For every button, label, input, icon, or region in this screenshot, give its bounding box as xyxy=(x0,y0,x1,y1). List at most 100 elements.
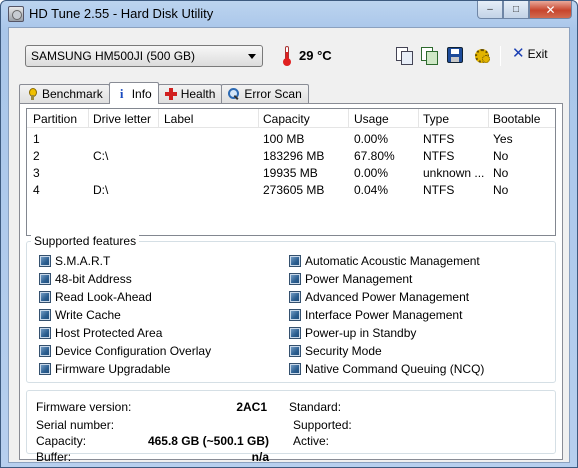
feature-supported-icon xyxy=(39,309,51,321)
partition-table[interactable]: Partition Drive letter Label Capacity Us… xyxy=(26,108,556,236)
chevron-down-icon xyxy=(248,54,256,59)
info-panel: Partition Drive letter Label Capacity Us… xyxy=(19,103,563,464)
feature-item: Automatic Acoustic Management xyxy=(289,254,480,268)
feature-item: Power-up in Standby xyxy=(289,326,416,340)
table-row[interactable]: 1 100 MB 0.00% NTFS Yes xyxy=(27,130,555,147)
feature-supported-icon xyxy=(289,273,301,285)
toolbar-separator xyxy=(500,46,501,66)
tab-benchmark[interactable]: Benchmark xyxy=(19,84,110,103)
feature-label: Power Management xyxy=(305,272,413,286)
feature-item: Power Management xyxy=(289,272,412,286)
feature-supported-icon xyxy=(289,255,301,267)
table-row[interactable]: 3 19935 MB 0.00% unknown ... No xyxy=(27,164,555,181)
table-cell: 0.00% xyxy=(354,166,389,180)
column-header[interactable]: Label xyxy=(164,112,193,126)
drive-select[interactable]: SAMSUNG HM500JI (500 GB) xyxy=(25,45,263,67)
tab-info[interactable]: i Info xyxy=(108,82,159,104)
table-cell: Yes xyxy=(493,132,513,146)
tab-label: Health xyxy=(180,87,216,101)
feature-label: Interface Power Management xyxy=(305,308,463,322)
error-scan-icon xyxy=(228,88,240,100)
table-cell: 1 xyxy=(33,132,40,146)
table-cell: 0.00% xyxy=(354,132,389,146)
active-label: Active: xyxy=(293,434,330,448)
thermometer-icon xyxy=(283,46,291,66)
column-header[interactable]: Capacity xyxy=(263,112,310,126)
feature-supported-icon xyxy=(39,327,51,339)
feature-label: S.M.A.R.T xyxy=(55,254,111,268)
exit-icon: ✕ xyxy=(512,45,525,62)
tab-strip: Benchmark i Info Health Error Scan xyxy=(19,82,309,104)
copy-screenshot-icon[interactable] xyxy=(420,46,438,65)
feature-item: Native Command Queuing (NCQ) xyxy=(289,362,484,376)
column-header[interactable]: Usage xyxy=(354,112,389,126)
health-icon xyxy=(164,88,177,100)
firmware-label: Firmware version: xyxy=(36,400,132,414)
supported-features-group: Supported features S.M.A.R.T 48-bit Addre… xyxy=(26,234,556,383)
tab-health[interactable]: Health xyxy=(157,84,223,103)
feature-label: Device Configuration Overlay xyxy=(55,344,212,358)
feature-item: Write Cache xyxy=(39,308,121,322)
feature-supported-icon xyxy=(39,363,51,375)
feature-item: S.M.A.R.T xyxy=(39,254,110,268)
buffer-label: Buffer: xyxy=(36,450,72,464)
feature-supported-icon xyxy=(289,363,301,375)
options-icon[interactable] xyxy=(473,46,491,64)
table-cell: 3 xyxy=(33,166,40,180)
table-row[interactable]: 2 C:\ 183296 MB 67.80% NTFS No xyxy=(27,147,555,164)
minimize-button[interactable]: – xyxy=(477,1,503,19)
table-cell: D:\ xyxy=(93,183,109,197)
standard-label: Standard: xyxy=(289,400,342,414)
tab-label: Info xyxy=(131,86,152,101)
tab-label: Error Scan xyxy=(244,87,302,101)
table-cell: 2 xyxy=(33,149,40,163)
info-icon: i xyxy=(119,85,124,101)
close-button[interactable]: ✕ xyxy=(529,1,572,19)
column-header[interactable]: Bootable xyxy=(493,112,540,126)
table-cell: 67.80% xyxy=(354,149,395,163)
feature-label: Write Cache xyxy=(55,308,121,322)
feature-supported-icon xyxy=(39,255,51,267)
feature-label: Firmware Upgradable xyxy=(55,362,171,376)
supported-features-title: Supported features xyxy=(31,234,140,248)
table-cell: 19935 MB xyxy=(263,166,318,180)
column-header[interactable]: Type xyxy=(423,112,449,126)
table-row[interactable]: 4 D:\ 273605 MB 0.04% NTFS No xyxy=(27,181,555,198)
feature-label: 48-bit Address xyxy=(55,272,132,286)
capacity-label: Capacity: xyxy=(36,434,87,448)
capacity-value: 465.8 GB (~500.1 GB) xyxy=(147,434,269,448)
tab-label: Benchmark xyxy=(42,87,103,101)
buffer-value: n/a xyxy=(251,450,269,464)
window-title: HD Tune 2.55 - Hard Disk Utility xyxy=(29,6,214,21)
table-cell: No xyxy=(493,149,509,163)
column-header[interactable]: Drive letter xyxy=(93,112,151,126)
serial-label: Serial number: xyxy=(36,418,115,432)
feature-supported-icon xyxy=(289,309,301,321)
firmware-value: 2AC1 xyxy=(236,400,267,414)
maximize-button[interactable]: □ xyxy=(503,1,529,19)
window-controls: – □ ✕ xyxy=(477,1,572,19)
exit-label: Exit xyxy=(527,47,548,61)
feature-item: 48-bit Address xyxy=(39,272,132,286)
tab-error-scan[interactable]: Error Scan xyxy=(221,84,309,103)
table-cell: 0.04% xyxy=(354,183,389,197)
benchmark-icon xyxy=(26,88,38,100)
column-header[interactable]: Partition xyxy=(33,112,77,126)
table-cell: 183296 MB xyxy=(263,149,325,163)
save-icon[interactable] xyxy=(447,47,463,63)
feature-supported-icon xyxy=(39,291,51,303)
app-window: HD Tune 2.55 - Hard Disk Utility – □ ✕ S… xyxy=(0,0,578,468)
table-cell: 273605 MB xyxy=(263,183,325,197)
drive-select-value: SAMSUNG HM500JI (500 GB) xyxy=(31,49,196,63)
feature-item: Advanced Power Management xyxy=(289,290,469,304)
feature-item: Read Look-Ahead xyxy=(39,290,152,304)
title-bar[interactable]: HD Tune 2.55 - Hard Disk Utility – □ ✕ xyxy=(1,1,577,27)
table-cell: C:\ xyxy=(93,149,109,163)
exit-button[interactable]: ✕ Exit xyxy=(512,45,548,62)
feature-supported-icon xyxy=(289,291,301,303)
feature-label: Native Command Queuing (NCQ) xyxy=(305,362,485,376)
feature-label: Automatic Acoustic Management xyxy=(305,254,480,268)
feature-label: Host Protected Area xyxy=(55,326,163,340)
copy-text-icon[interactable] xyxy=(395,46,413,65)
feature-item: Device Configuration Overlay xyxy=(39,344,211,358)
